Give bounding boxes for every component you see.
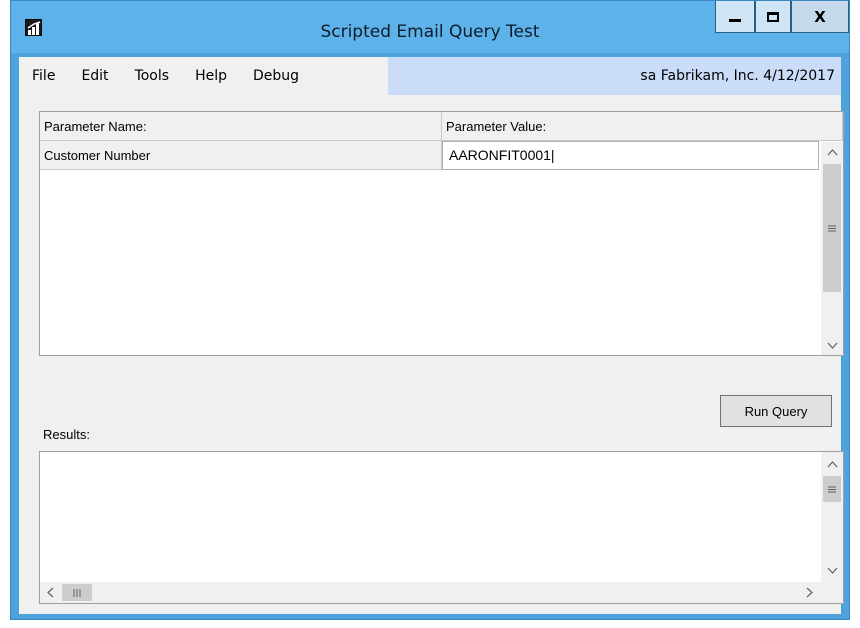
scroll-up-icon[interactable] [821,454,843,474]
column-header-parameter-value: Parameter Value: [442,112,843,141]
parameter-value-input[interactable]: AARONFIT0001| [442,141,819,170]
maximize-button[interactable] [755,1,791,33]
app-window: Scripted Email Query Test X File Edit To… [10,0,850,620]
scroll-right-icon[interactable] [799,582,819,603]
scrollbar-corner [819,582,843,603]
parameter-grid: Parameter Name: Parameter Value: Custome… [39,111,844,356]
minimize-icon [729,19,741,22]
scroll-thumb[interactable] [62,584,92,601]
run-query-button[interactable]: Run Query [720,395,832,427]
menu-bar: File Edit Tools Help Debug sa Fabrikam, … [19,57,841,95]
menu-tools[interactable]: Tools [122,57,183,95]
title-bar[interactable]: Scripted Email Query Test X [11,1,849,53]
results-vertical-scrollbar[interactable] [821,452,843,582]
results-label: Results: [43,427,90,442]
scroll-down-icon[interactable] [821,560,843,580]
user-company-date-status: sa Fabrikam, Inc. 4/12/2017 [388,57,841,95]
menu-items: File Edit Tools Help Debug [19,57,388,95]
maximize-icon [767,11,779,22]
close-button[interactable]: X [791,1,849,33]
form-body: Parameter Name: Parameter Value: Custome… [19,95,844,614]
scroll-left-icon[interactable] [40,582,60,603]
results-horizontal-scrollbar[interactable] [40,582,819,603]
results-box[interactable] [39,451,844,604]
parameter-name-cell: Customer Number [40,141,442,170]
menu-file[interactable]: File [19,57,68,95]
close-icon: X [814,7,826,26]
scroll-thumb[interactable] [823,164,841,292]
column-header-parameter-name: Parameter Name: [40,112,442,141]
menu-edit[interactable]: Edit [68,57,121,95]
scroll-up-icon[interactable] [821,142,843,162]
menu-debug[interactable]: Debug [240,57,312,95]
scroll-down-icon[interactable] [821,335,843,355]
scroll-thumb[interactable] [823,476,841,502]
minimize-button[interactable] [715,1,755,33]
parameter-grid-vertical-scrollbar[interactable] [821,142,843,355]
menu-help[interactable]: Help [182,57,240,95]
